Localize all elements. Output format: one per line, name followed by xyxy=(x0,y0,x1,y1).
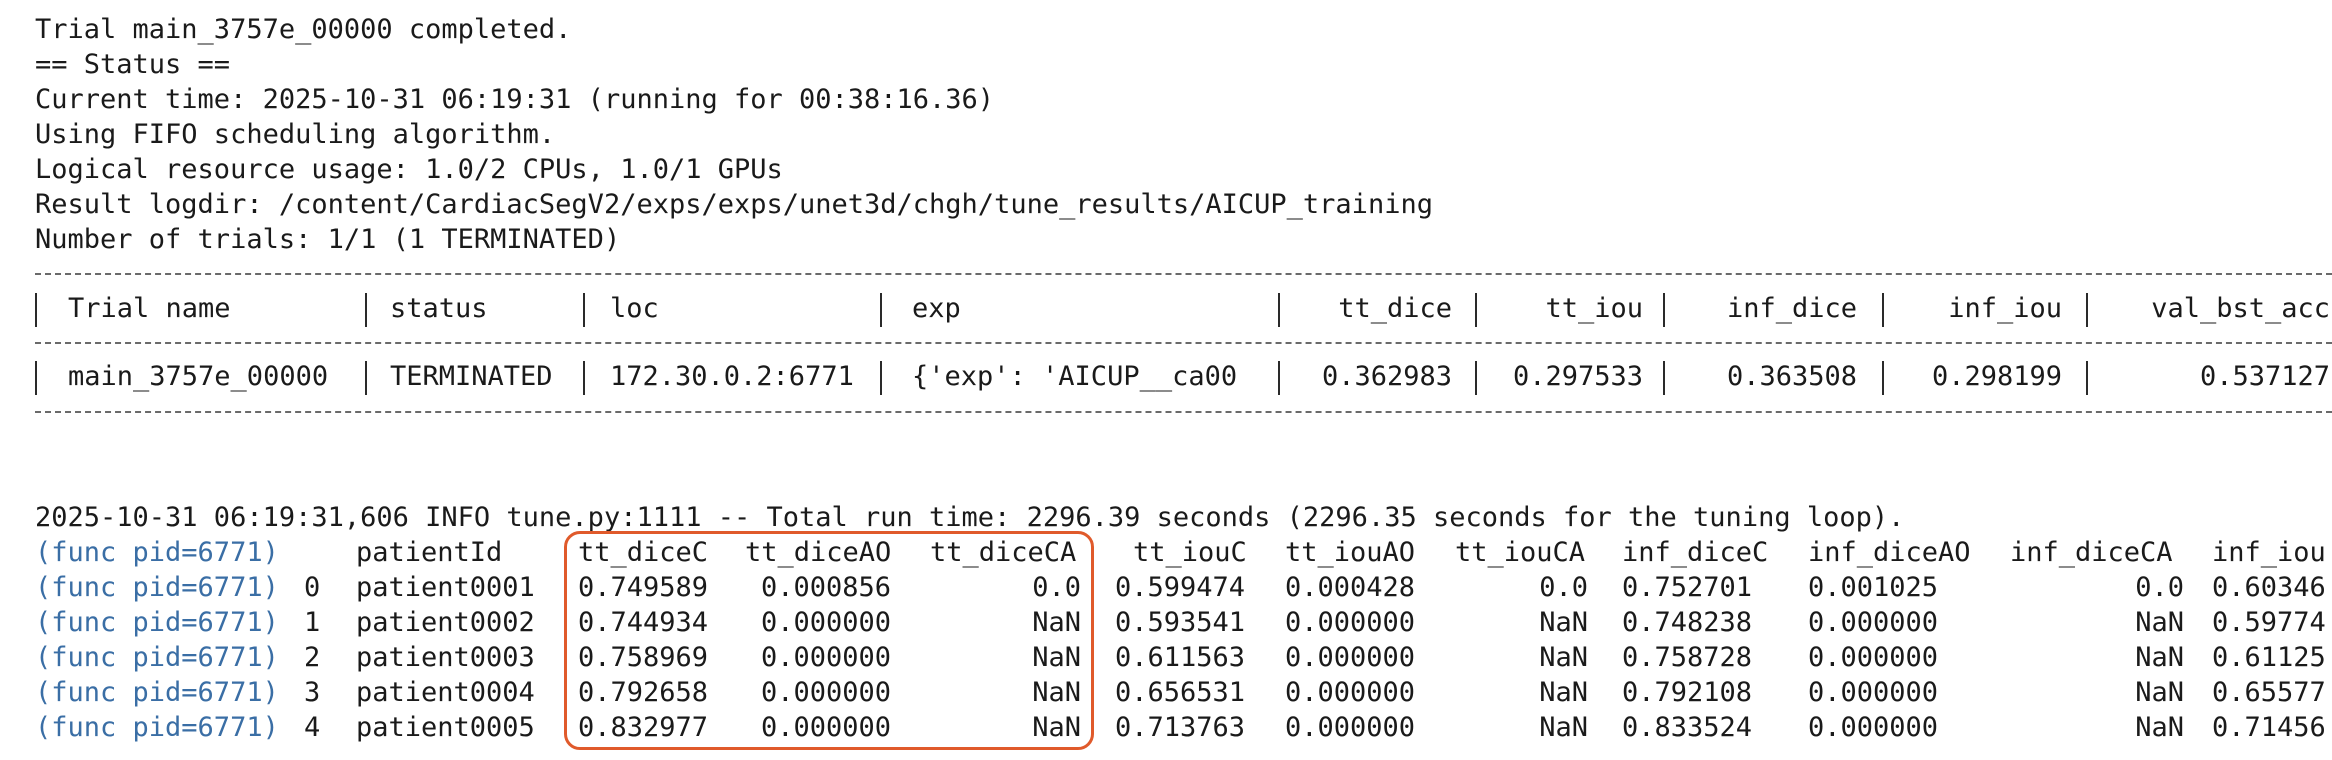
results-cell: NaN xyxy=(2135,677,2184,708)
pid-prefix: (func pid=6771) xyxy=(35,607,279,638)
table-cell: main_3757e_00000 xyxy=(68,361,329,392)
pid-prefix: (func pid=6771) xyxy=(35,712,279,743)
table-cell: {'exp': 'AICUP__ca00 xyxy=(912,361,1238,392)
results-cell: patient0003 xyxy=(356,642,535,673)
log-line-status-header: == Status == xyxy=(35,49,231,80)
row-index: 1 xyxy=(304,607,321,638)
results-cell: 0.000000 xyxy=(1808,607,1939,638)
pid-prefix: (func pid=6771) xyxy=(35,537,279,568)
results-cell: NaN xyxy=(2135,607,2184,638)
tt-dice-highlight-box xyxy=(564,531,1094,750)
table-border-middle xyxy=(35,342,2332,344)
results-cell: 0.000000 xyxy=(1808,677,1939,708)
log-line-current-time: Current time: 2025-10-31 06:19:31 (runni… xyxy=(35,84,995,115)
log-line-logdir: Result logdir: /content/CardiacSegV2/exp… xyxy=(35,189,1433,220)
table-header-cell: inf_dice xyxy=(1726,293,1857,324)
table-column-separator xyxy=(880,293,882,327)
results-header-cell: patientId xyxy=(356,537,503,568)
results-header-cell: inf_diceC xyxy=(1622,537,1769,568)
table-cell: TERMINATED xyxy=(390,361,553,392)
table-column-separator xyxy=(2086,293,2088,327)
table-column-separator xyxy=(35,361,37,395)
table-cell: 0.537127 xyxy=(2199,361,2330,392)
results-cell: 0.833524 xyxy=(1622,712,1753,743)
table-column-separator xyxy=(2086,361,2088,395)
table-column-separator xyxy=(880,361,882,395)
table-border-top xyxy=(35,273,2332,275)
results-cell: 0.611563 xyxy=(1115,642,1246,673)
row-index: 4 xyxy=(304,712,321,743)
results-cell: 0.713763 xyxy=(1115,712,1246,743)
results-cell: 0.0 xyxy=(1539,572,1588,603)
results-cell: 0.001025 xyxy=(1808,572,1939,603)
table-header-cell: exp xyxy=(912,293,961,324)
results-header-cell: inf_iou xyxy=(2212,537,2326,568)
table-border-bottom xyxy=(35,411,2332,413)
results-cell: 0.748238 xyxy=(1622,607,1753,638)
results-cell: patient0001 xyxy=(356,572,535,603)
results-cell: 0.000000 xyxy=(1808,642,1939,673)
table-header-cell: status xyxy=(390,293,488,324)
log-line-resources: Logical resource usage: 1.0/2 CPUs, 1.0/… xyxy=(35,154,783,185)
log-line-trial-completed: Trial main_3757e_00000 completed. xyxy=(35,14,572,45)
row-index: 0 xyxy=(304,572,321,603)
terminal-output: Trial main_3757e_00000 completed. == Sta… xyxy=(0,0,2332,760)
table-header-cell: loc xyxy=(610,293,659,324)
results-cell: 0.65577 xyxy=(2212,677,2326,708)
results-cell: patient0004 xyxy=(356,677,535,708)
table-column-separator xyxy=(583,293,585,327)
results-cell: 0.599474 xyxy=(1115,572,1246,603)
table-header-cell: tt_iou xyxy=(1545,293,1643,324)
results-header-cell: tt_iouCA xyxy=(1455,537,1586,568)
table-header-cell: inf_iou xyxy=(1948,293,2062,324)
results-cell: 0.59774 xyxy=(2212,607,2326,638)
results-cell: NaN xyxy=(1539,712,1588,743)
results-cell: 0.792108 xyxy=(1622,677,1753,708)
results-cell: NaN xyxy=(1539,677,1588,708)
results-cell: NaN xyxy=(1539,607,1588,638)
results-cell: 0.71456 xyxy=(2212,712,2326,743)
table-cell: 0.297533 xyxy=(1512,361,1643,392)
pid-prefix: (func pid=6771) xyxy=(35,677,279,708)
results-cell: 0.656531 xyxy=(1115,677,1246,708)
pid-prefix: (func pid=6771) xyxy=(35,572,279,603)
table-cell: 0.298199 xyxy=(1931,361,2062,392)
results-cell: NaN xyxy=(2135,712,2184,743)
log-line-scheduler: Using FIFO scheduling algorithm. xyxy=(35,119,556,150)
table-column-separator xyxy=(365,293,367,327)
results-header-cell: tt_iouC xyxy=(1133,537,1247,568)
results-cell: 0.752701 xyxy=(1622,572,1753,603)
log-line-num-trials: Number of trials: 1/1 (1 TERMINATED) xyxy=(35,224,621,255)
table-header-cell: val_bst_acc xyxy=(2151,293,2330,324)
table-cell: 172.30.0.2:6771 xyxy=(610,361,854,392)
table-column-separator xyxy=(35,293,37,327)
results-header-cell: tt_iouAO xyxy=(1285,537,1416,568)
table-column-separator xyxy=(365,361,367,395)
table-header-cell: Trial name xyxy=(68,293,231,324)
results-cell: 0.60346 xyxy=(2212,572,2326,603)
results-cell: 0.61125 xyxy=(2212,642,2326,673)
results-cell: 0.000000 xyxy=(1808,712,1939,743)
results-cell: patient0005 xyxy=(356,712,535,743)
table-column-separator xyxy=(583,361,585,395)
row-index: 2 xyxy=(304,642,321,673)
results-cell: NaN xyxy=(1539,642,1588,673)
results-cell: NaN xyxy=(2135,642,2184,673)
pid-prefix: (func pid=6771) xyxy=(35,642,279,673)
results-header-cell: inf_diceAO xyxy=(1808,537,1971,568)
log-line-total-runtime: 2025-10-31 06:19:31,606 INFO tune.py:111… xyxy=(35,502,1905,533)
results-header-cell: inf_diceCA xyxy=(2010,537,2173,568)
row-index: 3 xyxy=(304,677,321,708)
results-cell: patient0002 xyxy=(356,607,535,638)
table-cell: 0.363508 xyxy=(1726,361,1857,392)
results-cell: 0.758728 xyxy=(1622,642,1753,673)
results-cell: 0.0 xyxy=(2135,572,2184,603)
results-cell: 0.593541 xyxy=(1115,607,1246,638)
